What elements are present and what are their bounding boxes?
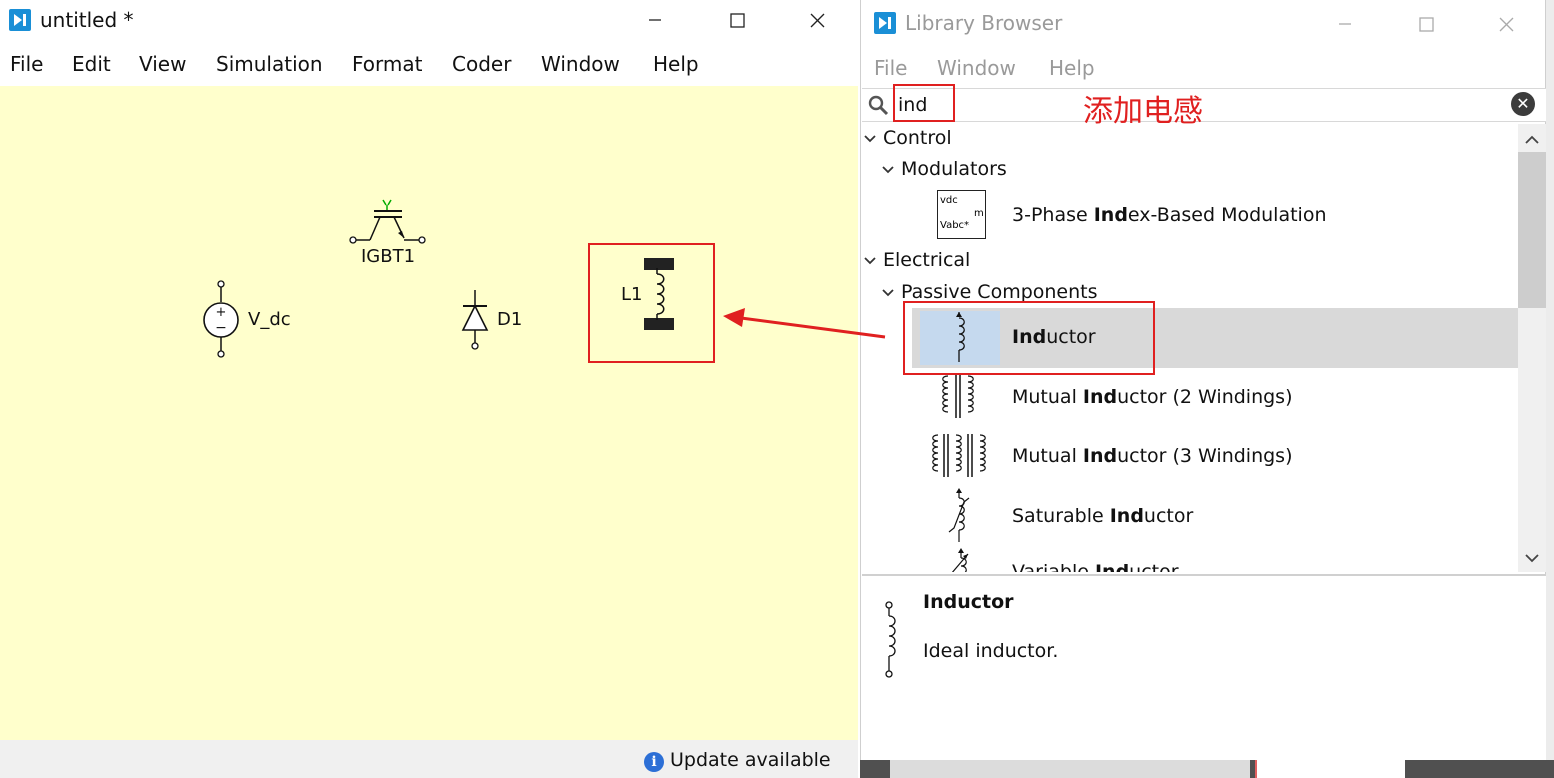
label-suffix: uctor (2 Windings) [1117, 386, 1293, 408]
window-title: untitled * [40, 8, 134, 32]
library-maximize-button[interactable] [1403, 8, 1449, 40]
taskbar-item [1255, 760, 1405, 778]
label-match: Ind [1109, 505, 1144, 527]
library-menu-help[interactable]: Help [1049, 56, 1095, 80]
plecs-logo-icon [9, 9, 31, 31]
menu-edit[interactable]: Edit [72, 52, 111, 76]
svg-text:+: + [216, 305, 227, 320]
label-match: Ind [1082, 386, 1118, 408]
label-prefix: Variable [1012, 561, 1095, 572]
scroll-up-icon[interactable] [1518, 126, 1546, 154]
plecs-logo-icon [874, 12, 896, 34]
library-minimize-button[interactable] [1322, 8, 1368, 40]
icon-label-vdc: vdc [940, 195, 958, 206]
modulation-block-icon: vdc m Vabc* [937, 190, 986, 239]
variable-inductor-icon [951, 548, 969, 572]
scroll-down-icon[interactable] [1518, 544, 1546, 572]
info-icon[interactable]: i [644, 752, 664, 772]
label-suffix: ex-Based Modulation [1127, 204, 1327, 226]
label-suffix: uctor (3 Windings) [1117, 445, 1293, 467]
chevron-down-icon[interactable] [864, 133, 876, 145]
tree-item-modulators[interactable]: Modulators [901, 158, 1007, 180]
inductor-highlight-box [903, 301, 1155, 375]
tree-item-variable-inductor[interactable]: Variable Inductor [1012, 561, 1179, 572]
menu-simulation[interactable]: Simulation [216, 52, 323, 76]
label-suffix: uctor [1129, 561, 1179, 572]
tree-item-control[interactable]: Control [883, 127, 952, 149]
description-title: Inductor [923, 591, 1014, 613]
chevron-down-icon[interactable] [882, 287, 894, 299]
igbt-symbol[interactable] [346, 196, 432, 252]
taskbar-item [890, 760, 1250, 778]
search-icon [868, 95, 889, 116]
tree-item-mutual-inductor-3[interactable]: Mutual Inductor (3 Windings) [1012, 445, 1293, 467]
maximize-button[interactable] [714, 4, 760, 36]
update-available-link[interactable]: Update available [670, 749, 831, 771]
icon-label-m: m [974, 208, 984, 219]
menu-window[interactable]: Window [541, 52, 620, 76]
model-titlebar[interactable]: untitled * [0, 0, 858, 42]
label-match: Ind [1093, 204, 1128, 226]
library-menu-window[interactable]: Window [937, 56, 1016, 80]
label-suffix: uctor [1143, 505, 1194, 527]
tree-item-passive-components[interactable]: Passive Components [901, 281, 1098, 303]
close-button[interactable] [794, 4, 840, 36]
tree-item-electrical[interactable]: Electrical [883, 249, 970, 271]
chevron-down-icon[interactable] [864, 255, 876, 267]
tree-clip-region: Variable Inductor [862, 545, 1518, 572]
mutual-inductor-3-icon [932, 434, 986, 477]
tree-item-saturable-inductor[interactable]: Saturable Inductor [1012, 505, 1193, 527]
tree-item-3-phase-modulation[interactable]: 3-Phase Index-Based Modulation [1012, 204, 1327, 226]
inductor-placed-highlight [588, 243, 715, 363]
igbt-label: IGBT1 [361, 246, 416, 267]
menu-view[interactable]: View [139, 52, 186, 76]
library-title: Library Browser [905, 11, 1063, 35]
label-prefix: Mutual [1012, 445, 1083, 467]
background-window-edge [1546, 0, 1554, 778]
dc-voltage-source-symbol[interactable]: + − [200, 280, 244, 360]
description-text: Ideal inductor. [923, 640, 1059, 662]
vdc-label: V_dc [248, 309, 291, 330]
icon-label-vabc: Vabc* [940, 220, 970, 231]
menu-format[interactable]: Format [352, 52, 422, 76]
diode-label: D1 [497, 309, 523, 330]
tree-item-mutual-inductor-2[interactable]: Mutual Inductor (2 Windings) [1012, 386, 1293, 408]
menu-file[interactable]: File [10, 52, 43, 76]
clear-search-icon[interactable]: ✕ [1511, 92, 1535, 116]
mutual-inductor-2-icon [942, 375, 974, 418]
scrollbar-thumb[interactable] [1518, 152, 1546, 308]
menu-help[interactable]: Help [653, 52, 699, 76]
minimize-button[interactable] [632, 4, 678, 36]
inductor-preview-icon [885, 601, 896, 678]
diode-symbol[interactable] [460, 284, 490, 354]
label-prefix: Mutual [1012, 386, 1083, 408]
label-prefix: Saturable [1012, 505, 1110, 527]
chevron-down-icon[interactable] [882, 164, 894, 176]
menu-coder[interactable]: Coder [452, 52, 511, 76]
library-menubar: File Window Help [862, 48, 1542, 88]
annotation-arrow [723, 308, 886, 339]
model-menubar: File Edit View Simulation Format Coder W… [0, 44, 858, 84]
label-match: Ind [1082, 445, 1118, 467]
schematic-canvas[interactable] [0, 86, 858, 740]
label-prefix: 3-Phase [1012, 204, 1094, 226]
library-menu-file[interactable]: File [874, 56, 907, 80]
saturable-inductor-icon [948, 488, 970, 542]
library-close-button[interactable] [1483, 8, 1529, 40]
label-match: Ind [1094, 561, 1130, 572]
search-highlight-box [893, 84, 955, 122]
svg-text:−: − [215, 320, 227, 336]
